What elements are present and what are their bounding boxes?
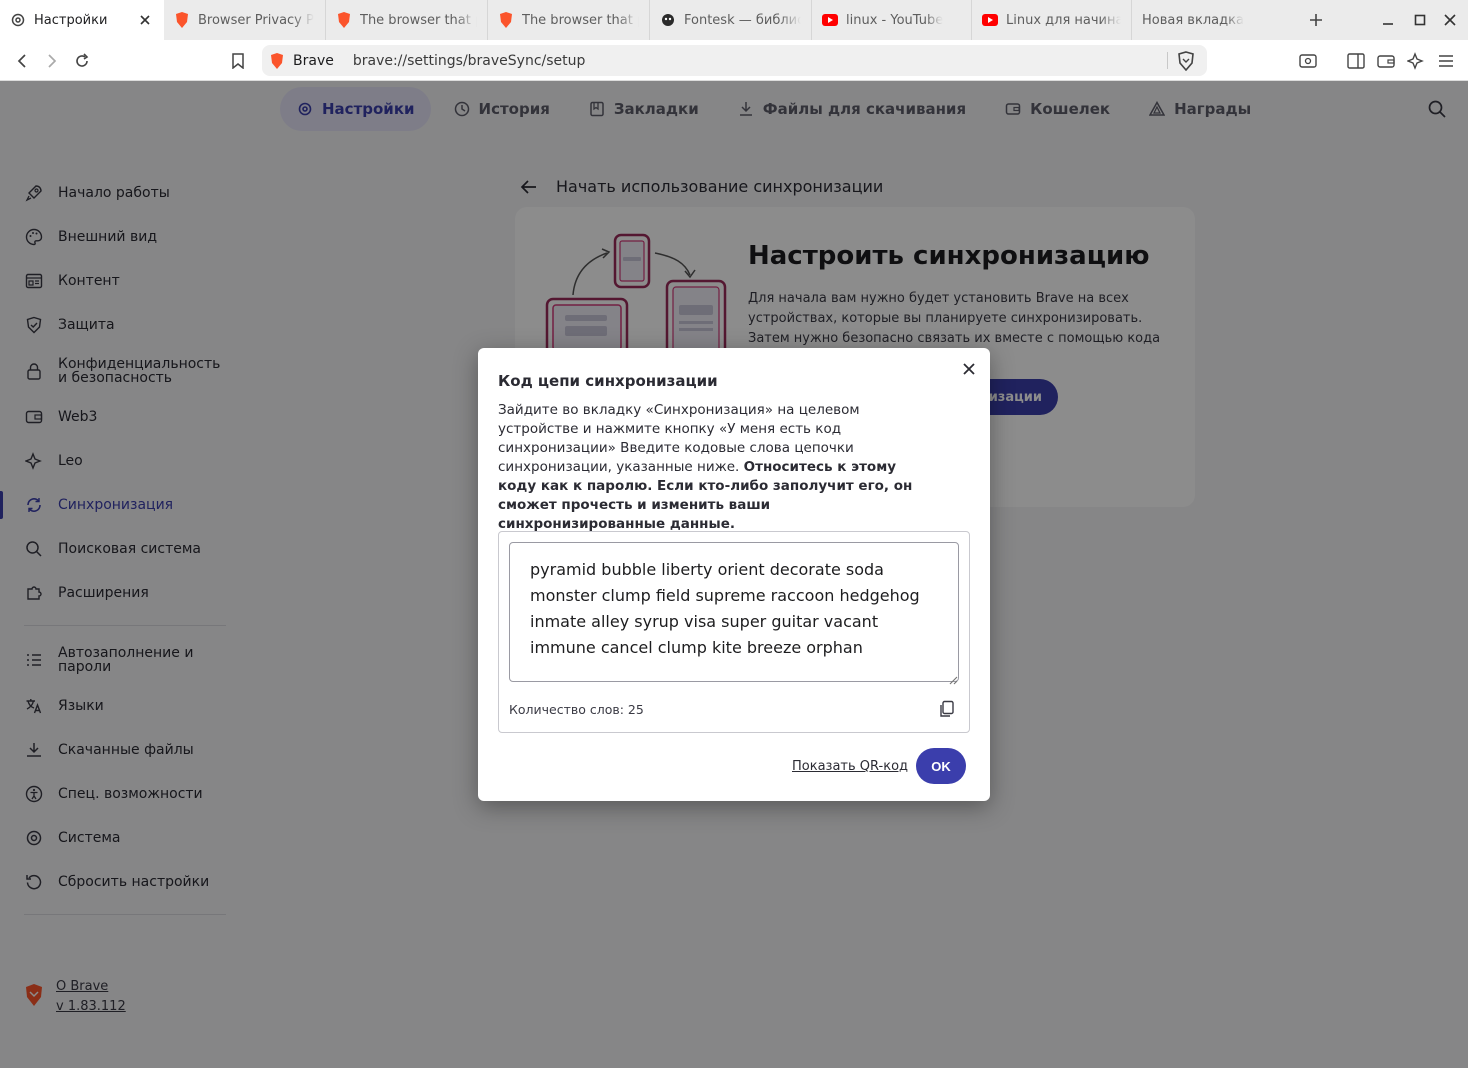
brave-icon	[336, 12, 352, 28]
sync-code-textarea[interactable]: pyramid bubble liberty orient decorate s…	[509, 542, 959, 682]
tab-title: Настройки	[34, 12, 108, 28]
tab-settings[interactable]: Настройки	[0, 0, 164, 40]
reload-icon[interactable]	[70, 49, 94, 73]
minimize-icon[interactable]	[1378, 10, 1398, 30]
tab-search-icon[interactable]	[1296, 49, 1320, 73]
new-tab-plus-icon[interactable]	[1305, 9, 1327, 31]
sync-code-box: pyramid bubble liberty orient decorate s…	[498, 531, 970, 733]
sync-code-dialog: Код цепи синхронизации Зайдите во вкладк…	[478, 348, 990, 801]
brave-icon	[174, 12, 190, 28]
youtube-icon	[822, 12, 838, 28]
brave-icon	[498, 12, 514, 28]
tab-title: Linux для начина	[1006, 12, 1121, 28]
tab-title: The browser that p	[522, 12, 639, 28]
tab-browser-that-2[interactable]: The browser that p	[488, 0, 650, 40]
forward-icon[interactable]	[40, 49, 64, 73]
tab-browser-that-1[interactable]: The browser that p	[326, 0, 488, 40]
close-window-icon[interactable]	[1440, 10, 1460, 30]
close-tab-icon[interactable]	[136, 11, 154, 29]
wallet-icon[interactable]	[1374, 49, 1398, 73]
tab-strip: Настройки Browser Privacy P The browser …	[0, 0, 1468, 40]
tab-fontesk[interactable]: Fontesk — библиo	[650, 0, 812, 40]
back-icon[interactable]	[10, 49, 34, 73]
tab-title: The browser that p	[360, 12, 477, 28]
tab-new-tab[interactable]: Новая вкладка	[1132, 0, 1292, 40]
tab-linux-youtube[interactable]: linux - YouTube	[812, 0, 972, 40]
tab-title: linux - YouTube	[846, 12, 944, 28]
site-chip: Brave	[293, 52, 334, 69]
show-qr-code-link[interactable]: Показать QR-код	[792, 759, 908, 774]
tab-title: Новая вкладка	[1142, 12, 1244, 28]
toolbar: Brave brave://settings/braveSync/setup	[0, 40, 1468, 81]
ok-button[interactable]: OK	[916, 748, 966, 784]
word-count: Количество слов: 25	[509, 702, 644, 717]
sidebar-toggle-icon[interactable]	[1344, 49, 1368, 73]
brave-shields-icon[interactable]	[1177, 51, 1195, 72]
bookmark-icon[interactable]	[226, 49, 250, 73]
fontesk-icon	[660, 12, 676, 28]
dialog-title: Код цепи синхронизации	[498, 372, 718, 390]
menu-icon[interactable]	[1434, 49, 1458, 73]
gear-icon	[10, 12, 26, 28]
copy-icon[interactable]	[937, 699, 957, 719]
youtube-icon	[982, 12, 998, 28]
tab-linux-beginners[interactable]: Linux для начина	[972, 0, 1132, 40]
maximize-icon[interactable]	[1410, 10, 1430, 30]
tab-title: Browser Privacy P	[198, 12, 314, 28]
leo-icon[interactable]	[1404, 49, 1428, 73]
url-text[interactable]: brave://settings/braveSync/setup	[353, 53, 586, 69]
address-bar[interactable]: Brave brave://settings/braveSync/setup	[262, 45, 1207, 76]
brave-icon	[270, 52, 286, 69]
tab-browser-privacy[interactable]: Browser Privacy P	[164, 0, 326, 40]
tab-title: Fontesk — библиo	[684, 12, 801, 28]
omnibox-divider	[1167, 52, 1168, 69]
resize-grip-icon[interactable]	[948, 670, 958, 685]
dialog-description: Зайдите во вкладку «Синхронизация» на це…	[498, 402, 913, 532]
close-icon[interactable]	[960, 360, 978, 378]
